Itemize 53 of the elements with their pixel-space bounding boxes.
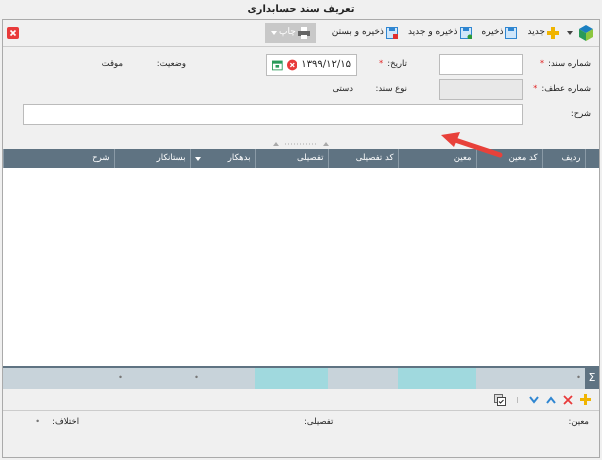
copy-icon[interactable]: [494, 394, 506, 406]
field-label: شماره عطف:: [541, 84, 591, 94]
column-header[interactable]: کد تفصیلی: [328, 149, 398, 168]
move-up-icon[interactable]: [546, 396, 556, 404]
column-header[interactable]: بدهکار: [190, 149, 255, 168]
field-label: نوع سند:: [375, 84, 407, 94]
caret-icon[interactable]: [194, 156, 200, 160]
total-label: تفصیلی:: [304, 416, 334, 429]
toolbar-button[interactable]: ذخیره و بستن: [330, 24, 400, 42]
total-label: معین:: [568, 416, 589, 429]
printer-icon: [298, 27, 310, 39]
column-header[interactable]: ردیف: [542, 149, 585, 168]
window-title: تعریف سند حسابداری: [246, 3, 356, 17]
field-label: تاریخ:: [387, 59, 407, 70]
delete-icon[interactable]: [563, 394, 573, 404]
required-mark: *: [533, 84, 538, 94]
splitter-icon[interactable]: [271, 141, 331, 147]
toolbar-button[interactable]: ذخیره و جدید: [406, 24, 474, 42]
save-icon: [386, 27, 398, 39]
description-field[interactable]: [23, 104, 523, 125]
toolbar-button[interactable]: ذخیره: [480, 24, 520, 42]
date-field[interactable]: ۱۳۹۹/۱۲/۱۵: [266, 54, 357, 76]
field-label: شماره سند:: [548, 59, 591, 70]
required-mark: *: [378, 59, 384, 70]
move-down-icon[interactable]: [529, 396, 539, 404]
caret-icon: [271, 31, 278, 35]
required-mark: *: [540, 59, 544, 70]
plus-icon: [547, 27, 559, 39]
summary-cell: •: [476, 368, 585, 389]
total-label: اختلاف:: [52, 416, 80, 429]
column-header[interactable]: شرح: [3, 149, 114, 168]
input-field[interactable]: [439, 54, 523, 75]
field-label: شرح:: [570, 109, 591, 120]
clear-icon[interactable]: [286, 58, 298, 70]
column-header[interactable]: معین: [398, 149, 476, 168]
sum-symbol: Σ: [585, 368, 599, 389]
column-header[interactable]: کد معین: [476, 149, 542, 168]
date-value: ۱۳۹۹/۱۲/۱۵: [301, 58, 351, 72]
field-value: موقت: [102, 58, 123, 71]
column-header[interactable]: بستانکار: [114, 149, 190, 168]
summary-cell: •: [190, 368, 255, 389]
save-icon: [505, 27, 518, 39]
logo-icon: [579, 25, 593, 41]
total-value: •: [35, 416, 40, 429]
calendar-icon[interactable]: [272, 58, 283, 70]
caret-icon[interactable]: [567, 31, 573, 35]
save-icon: [460, 27, 472, 39]
close-icon[interactable]: [7, 27, 19, 39]
summary-cell: •: [114, 368, 190, 389]
toolbar-button[interactable]: جدید: [525, 24, 561, 42]
field-label: وضعیت:: [156, 59, 186, 70]
column-header[interactable]: تفصیلی: [255, 149, 328, 168]
field-value: دستی: [332, 83, 354, 96]
